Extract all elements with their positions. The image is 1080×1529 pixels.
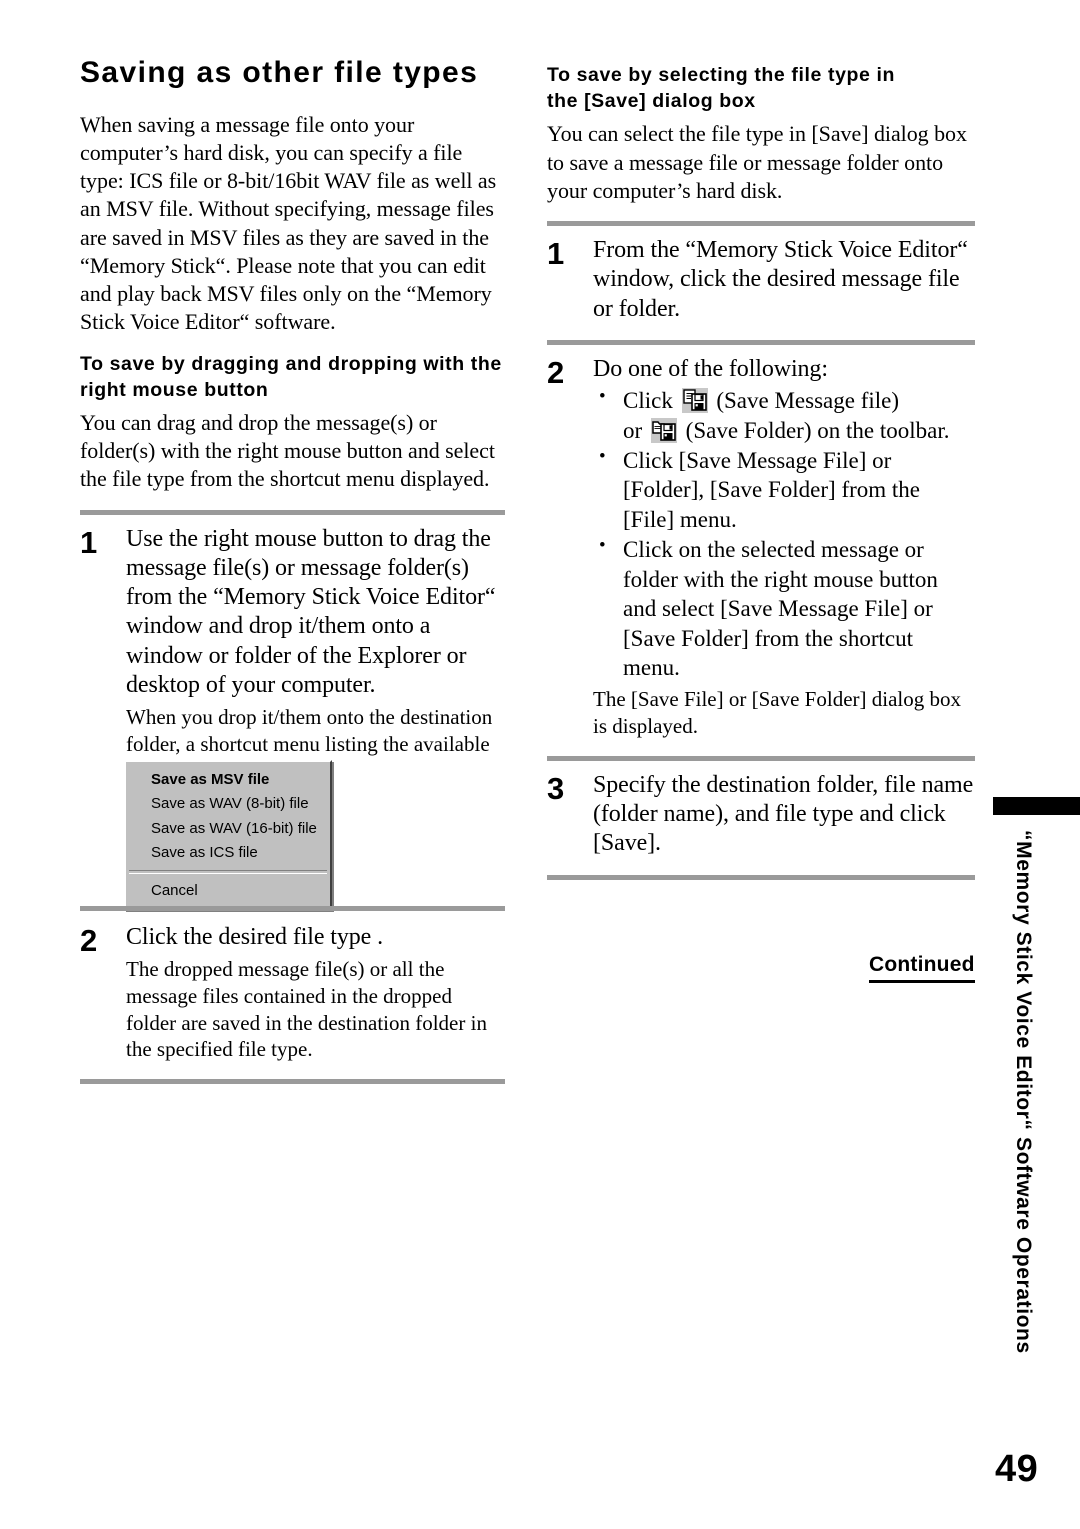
divider-rule xyxy=(80,906,505,911)
divider-rule xyxy=(547,755,975,761)
step-right-2: 2 Do one of the following: Click xyxy=(547,355,975,740)
section-heading-save-dialog: To save by selecting the file type in th… xyxy=(547,62,975,114)
page-number: 49 xyxy=(995,1448,1039,1490)
manual-page: Saving as other file types When saving a… xyxy=(0,0,1080,1529)
section-heading-dragging: To save by dragging and dropping with th… xyxy=(80,352,502,401)
context-menu-item-save-msv[interactable]: Save as MSV file xyxy=(126,768,330,792)
step-lead-text: Specify the destination folder, file nam… xyxy=(593,771,974,857)
section-tab-marker xyxy=(993,797,1080,815)
context-menu-item-save-wav-8bit[interactable]: Save as WAV (8-bit) file xyxy=(126,792,330,816)
section-heading-line-2: the [Save] dialog box xyxy=(547,90,756,113)
bullet-label-save-message-file: (Save Message file) xyxy=(716,388,899,414)
section-heading-line-1: To save by selecting the file type in xyxy=(547,64,896,86)
step-left-2: 2 Click the desired file type . The drop… xyxy=(80,923,505,1063)
step-note-dialog-displayed: The [Save File] or [Save Folder] dialog … xyxy=(593,687,961,739)
continued-label[interactable]: Continued xyxy=(869,953,975,983)
divider-rule xyxy=(80,1078,505,1084)
bullet-text-or: or xyxy=(623,417,643,443)
step-number: 2 xyxy=(80,923,98,958)
do-one-of-the-following-list: Click xyxy=(593,385,975,682)
step-lead-text: Use the right mouse button to drag the m… xyxy=(126,525,496,698)
step-right-1: 1 From the “Memory Stick Voice Editor“ w… xyxy=(547,236,975,324)
context-menu-separator xyxy=(129,870,327,874)
section-intro-save-dialog: You can select the file type in [Save] d… xyxy=(547,121,967,203)
step-content: Specify the destination folder, file nam… xyxy=(593,771,975,859)
list-item-toolbar-buttons: Click xyxy=(593,385,975,445)
divider-rule xyxy=(80,509,505,515)
section-tab-label: “Memory Stick Voice Editor“ Software Ope… xyxy=(1012,830,1035,1354)
right-column: To save by selecting the file type in th… xyxy=(547,62,975,890)
left-column-lower: 2 Click the desired file type . The drop… xyxy=(80,906,505,1084)
step-content: Click the desired file type . The droppe… xyxy=(126,923,505,1063)
step-content: From the “Memory Stick Voice Editor“ win… xyxy=(593,236,975,324)
save-folder-icon[interactable] xyxy=(650,417,677,443)
left-column: Saving as other file types When saving a… xyxy=(80,56,505,784)
step-right-3: 3 Specify the destination folder, file n… xyxy=(547,771,975,859)
step-sub-text: The dropped message file(s) or all the m… xyxy=(126,957,487,1062)
section-intro-dragging: You can drag and drop the message(s) or … xyxy=(80,409,495,492)
step-number: 2 xyxy=(547,354,565,390)
context-menu-item-save-ics[interactable]: Save as ICS file xyxy=(126,841,330,865)
page-title: Saving as other file types xyxy=(80,56,479,89)
divider-rule xyxy=(547,221,975,227)
step-number: 1 xyxy=(80,524,98,560)
divider-rule xyxy=(547,339,975,345)
step-lead-text: Click the desired file type . xyxy=(126,924,384,950)
list-item-shortcut-menu: Click on the selected message or folder … xyxy=(593,534,975,682)
save-message-file-icon[interactable] xyxy=(681,388,708,414)
step-number: 1 xyxy=(547,236,565,272)
step-left-1: 1 Use the right mouse button to drag the… xyxy=(80,525,505,785)
intro-paragraph: When saving a message file onto your com… xyxy=(80,111,497,335)
context-menu-item-save-wav-16bit[interactable]: Save as WAV (16-bit) file xyxy=(126,817,330,841)
step-number: 3 xyxy=(547,770,565,806)
list-item-file-menu: Click [Save Message File] or [Folder], [… xyxy=(593,445,975,534)
step-lead-text: From the “Memory Stick Voice Editor“ win… xyxy=(593,237,968,322)
context-menu-item-cancel[interactable]: Cancel xyxy=(126,879,330,903)
step-lead-text: Do one of the following: xyxy=(593,355,828,382)
step-content: Do one of the following: Click xyxy=(593,355,975,740)
bullet-text-click: Click xyxy=(623,388,673,414)
bullet-label-save-folder: (Save Folder) on the toolbar. xyxy=(685,417,950,443)
step-content: Use the right mouse button to drag the m… xyxy=(126,525,505,785)
shortcut-menu-screenshot: Save as MSV file Save as WAV (8-bit) fil… xyxy=(124,760,332,911)
divider-rule xyxy=(547,874,975,880)
